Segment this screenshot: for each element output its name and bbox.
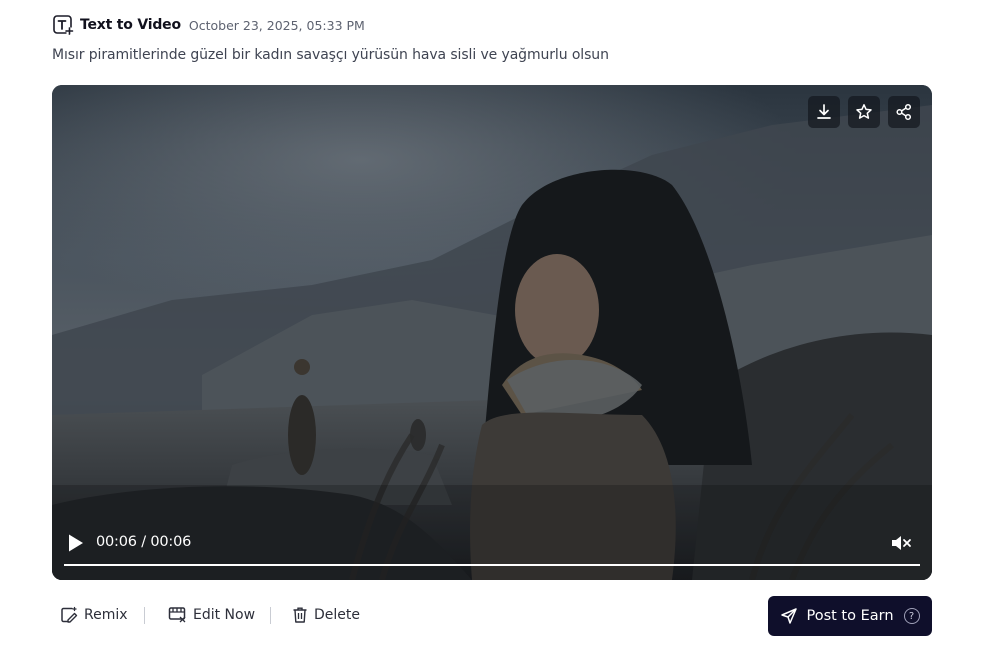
share-button[interactable] xyxy=(888,96,920,128)
duration: 00:06 xyxy=(150,534,192,550)
play-button[interactable] xyxy=(67,532,87,554)
generation-timestamp: October 23, 2025, 05:33 PM xyxy=(188,17,365,33)
time-separator: / xyxy=(141,534,146,550)
progress-fill xyxy=(64,564,920,566)
help-icon[interactable]: ? xyxy=(903,608,920,624)
time-readout: 00:06 / 00:06 xyxy=(96,534,191,550)
current-time: 00:06 xyxy=(96,534,137,550)
generation-type-label: Text to Video xyxy=(80,17,181,33)
post-to-earn-label: Post to Earn xyxy=(806,608,894,624)
video-top-actions xyxy=(808,96,920,128)
video-frame xyxy=(52,85,932,580)
delete-label: Delete xyxy=(314,607,360,623)
star-icon xyxy=(856,104,872,119)
divider xyxy=(270,607,271,624)
remix-label: Remix xyxy=(84,607,128,623)
generation-header: Text to Video October 23, 2025, 05:33 PM xyxy=(52,14,365,36)
edit-now-label: Edit Now xyxy=(193,607,256,623)
edit-now-button[interactable]: Edit Now xyxy=(168,606,255,624)
edit-video-icon xyxy=(168,607,186,623)
download-icon xyxy=(817,104,831,119)
share-icon xyxy=(896,103,912,121)
video-player[interactable]: 00:06 / 00:06 xyxy=(52,85,932,580)
post-to-earn-button[interactable]: Post to Earn ? xyxy=(768,596,932,636)
play-icon xyxy=(69,534,83,552)
trash-icon xyxy=(293,607,307,623)
divider xyxy=(144,607,145,624)
send-icon xyxy=(781,608,798,624)
remix-icon xyxy=(61,606,78,623)
download-button[interactable] xyxy=(808,96,840,128)
text-to-video-icon xyxy=(52,14,74,36)
action-bar: Remix Edit Now Delete Post to Earn ? xyxy=(52,596,932,636)
mute-button[interactable] xyxy=(890,533,914,553)
favorite-button[interactable] xyxy=(848,96,880,128)
volume-muted-icon xyxy=(892,536,911,550)
delete-button[interactable]: Delete xyxy=(292,606,360,624)
prompt-text: Mısır piramitlerinde güzel bir kadın sav… xyxy=(52,47,609,63)
progress-bar[interactable] xyxy=(64,564,920,566)
video-controls: 00:06 / 00:06 xyxy=(64,526,920,566)
remix-button[interactable]: Remix xyxy=(60,606,128,624)
